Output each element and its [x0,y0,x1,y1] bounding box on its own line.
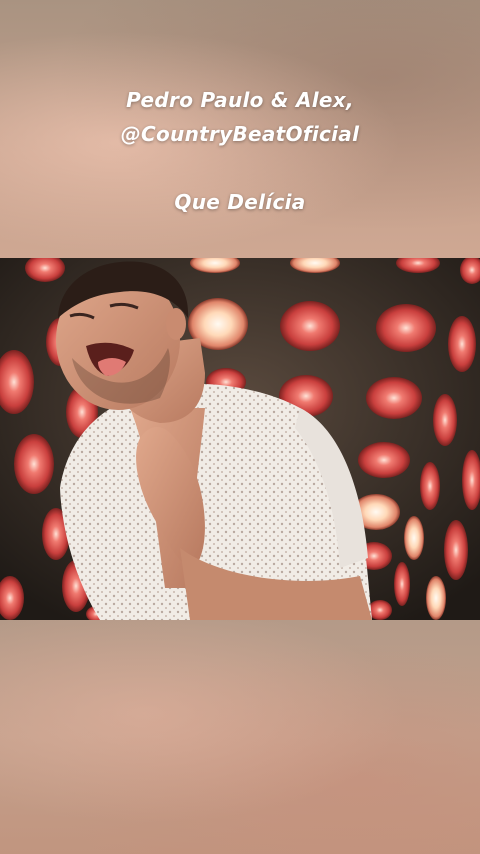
video-frame[interactable] [0,258,480,620]
caption-song-title: Que Delícia [174,190,306,214]
caption-handle[interactable]: @CountryBeatOficial [0,122,480,146]
blurred-background-bottom [0,620,480,854]
story-screen: Pedro Paulo & Alex, @CountryBeatOficial … [0,0,480,854]
video-frame-image [0,258,480,620]
caption-artists: Pedro Paulo & Alex, [126,88,354,112]
